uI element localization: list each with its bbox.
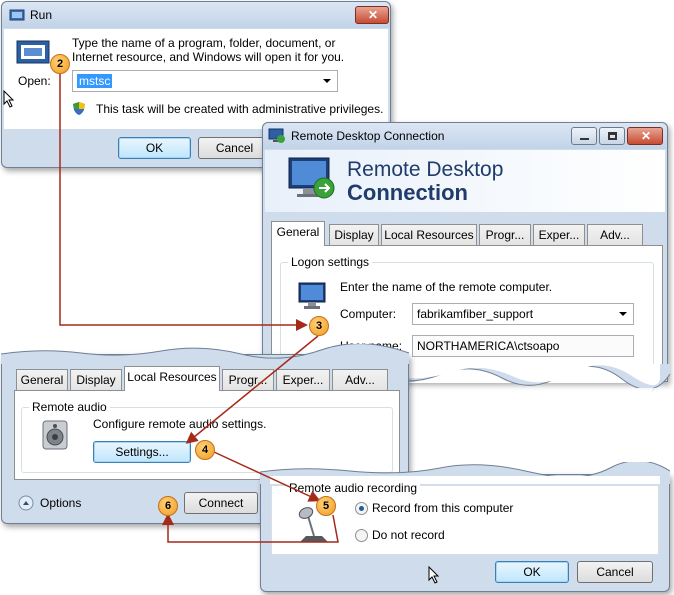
callout-arrows xyxy=(59,72,339,543)
arrow-3-to-settings xyxy=(185,335,319,444)
callout-6: 6 xyxy=(158,496,178,516)
callout-2: 2 xyxy=(50,54,70,74)
callout-4: 4 xyxy=(195,440,215,460)
arrow-4-to-5 xyxy=(213,451,321,502)
callout-3: 3 xyxy=(309,316,329,336)
arrow-2-to-3 xyxy=(59,72,308,331)
arrow-5-to-6 xyxy=(162,513,339,543)
mouse-cursor-icon xyxy=(3,90,15,108)
mouse-cursor-icon xyxy=(428,566,440,584)
callout-5: 5 xyxy=(316,496,336,516)
